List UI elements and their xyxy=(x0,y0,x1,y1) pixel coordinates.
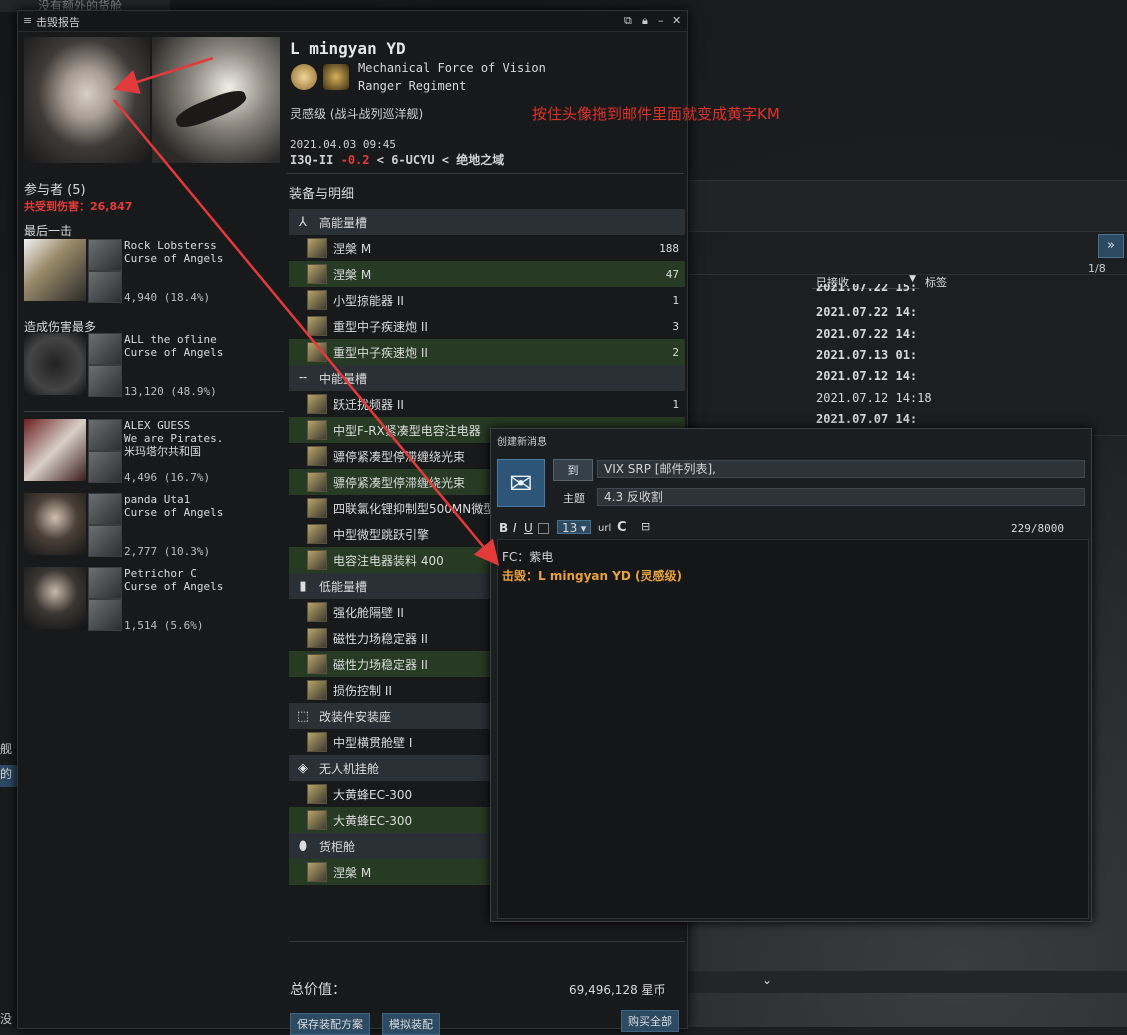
annotation-arrows xyxy=(113,56,500,566)
arrow-to-mail xyxy=(113,99,500,566)
arrow-to-portrait xyxy=(113,56,214,94)
